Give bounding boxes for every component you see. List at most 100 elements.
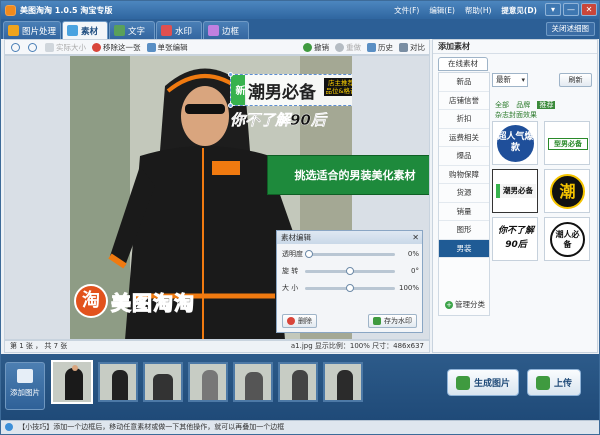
material-thumb[interactable]: 潮 [544,169,590,213]
save-watermark-icon [373,317,381,325]
film-thumb[interactable] [323,362,363,402]
sticker-90hou[interactable]: 你不了解90后 [230,109,326,130]
menu-edit[interactable]: 编辑(E) [429,5,455,16]
border-icon [208,25,219,36]
info-icon [5,423,13,431]
undo-button[interactable]: 撤销 [303,42,329,53]
category-item[interactable]: 货源 [439,184,489,203]
delete-button[interactable]: 删除 [282,314,317,328]
panel-close-icon[interactable]: ✕ [412,231,419,244]
tab-materials[interactable]: 素材 [62,21,108,39]
category-item-active[interactable]: 男装 [439,239,489,258]
category-item[interactable]: 购物保障 [439,166,489,184]
refresh-button[interactable]: 刷新 [559,73,592,87]
app-title: 美图淘淘 1.0.5 淘宝专版 [20,5,113,15]
edit-canvas: 淘 美图淘淘 新 潮男必备 店主推荐 品位&格调 你不了解90后 挑选适合的男装… [4,55,430,340]
add-image-button[interactable]: 添加图片 [5,362,45,410]
film-thumb[interactable] [188,362,228,402]
category-item[interactable]: 图形 [439,221,489,240]
sticker-main-text: 潮男必备 [248,83,316,103]
tab-label: 素材 [81,26,99,37]
material-thumb[interactable]: 你不了解90后 [492,217,538,261]
zoom-in-button[interactable] [11,42,22,52]
category-item[interactable]: 运费相关 [439,129,489,147]
tab-label: 文字 [128,26,146,37]
material-panel-title: 添加素材 [433,40,597,54]
watermark-logo: 淘 [74,284,108,318]
tab-label: 边框 [222,26,240,37]
save-watermark-label: 存为水印 [384,317,412,325]
filter-recommend[interactable]: 推荐 [537,101,556,109]
title-bar: 美图淘淘 1.0.5 淘宝专版 文件(F) 编辑(E) 帮助(H) 提意见(D)… [1,1,599,19]
panel-header: 素材编辑 ✕ [277,231,422,244]
minimize-icon[interactable]: — [563,3,579,16]
category-item[interactable]: 店铺信誉 [439,92,489,110]
film-thumb[interactable] [98,362,138,402]
filter-magazine[interactable]: 杂志封面效果 [495,110,537,120]
redo-icon [335,42,344,52]
close-template-button[interactable]: 关闭述细图 [545,22,595,36]
tab-label: 水印 [175,26,193,37]
resize-handle[interactable] [228,103,233,108]
sticker-edit-panel: 素材编辑 ✕ 透明度 0% 旋 转 0° 大 小 100% 删除 存为水印 [276,230,423,333]
menu-help[interactable]: 帮助(H) [465,5,492,16]
slider-thumb[interactable] [346,266,354,275]
thumb-text: 你不了解90后 [497,226,534,250]
size-slider[interactable] [305,283,395,292]
compare-button[interactable]: 对比 [399,42,425,53]
film-thumb[interactable] [143,362,183,402]
generate-icon [455,375,470,390]
category-item[interactable]: 爆品 [439,147,489,166]
filter-all[interactable]: 全部 [495,101,509,109]
tab-border[interactable]: 边框 [203,21,249,39]
material-thumb[interactable]: 潮人必备 [544,217,590,261]
remove-one-button[interactable]: 移除这一张 [92,42,141,53]
film-thumb-selected[interactable] [51,360,93,404]
material-thumb[interactable]: 超人气爆款 [492,121,538,165]
feedback-link[interactable]: 提意见(D) [501,5,537,16]
tab-online-materials[interactable]: 在线素材 [438,57,488,71]
opacity-slider[interactable] [305,249,395,258]
filter-brand[interactable]: 品牌 [516,101,530,109]
sort-dropdown[interactable]: 最新 [492,73,528,87]
category-list: 新品 店铺信誉 折扣 运费相关 爆品 购物保障 货源 销量 图形 男装 + 管理… [438,72,490,316]
tab-image-process[interactable]: 图片处理 [3,21,61,39]
zoom-out-button[interactable] [28,42,39,52]
resize-handle[interactable] [228,72,233,77]
close-icon[interactable]: ✕ [581,3,597,16]
add-image-label: 添加图片 [10,388,40,397]
dropdown-icon[interactable]: ▾ [545,3,561,16]
material-thumb[interactable]: 型男必备 [544,121,590,165]
size-row: 大 小 100% [277,281,422,295]
generate-image-button[interactable]: 生成图片 [447,369,519,396]
upload-button[interactable]: 上传 [527,369,581,396]
film-thumb[interactable] [278,362,318,402]
tip-text: 【小技巧】添加一个边框后，移动任意素材或做一下其他操作，就可以再叠加一个边框 [18,423,285,431]
category-item[interactable]: 折扣 [439,110,489,129]
tab-label: 图片处理 [22,26,57,37]
menu-file[interactable]: 文件(F) [394,5,419,16]
watermark-overlay[interactable]: 淘 美图淘淘 [74,284,195,318]
material-thumb-selected[interactable]: 潮男必备 [492,169,538,213]
film-thumb[interactable] [233,362,273,402]
sticker-chaonan-bibei[interactable]: 新 潮男必备 店主推荐 品位&格调 [228,72,352,108]
slider-thumb[interactable] [346,283,354,292]
category-item[interactable]: 新品 [439,73,489,92]
tab-text[interactable]: 文字 [109,21,155,39]
actual-size-button[interactable]: 实际大小 [45,42,86,53]
category-item[interactable]: 销量 [439,203,489,221]
slider-thumb[interactable] [305,249,313,258]
save-watermark-button[interactable]: 存为水印 [368,314,417,328]
rotate-slider[interactable] [305,266,395,275]
remove-one-label: 移除这一张 [103,42,141,52]
image-info: a1.jpg 显示比例：100% 尺寸：486x637 [290,342,424,350]
manage-category-button[interactable]: + 管理分类 [445,299,485,310]
thumb-text: 潮人必备 [550,222,585,257]
redo-button[interactable]: 重做 [335,42,361,53]
delete-label: 删除 [298,317,312,325]
zoom-out-icon [28,42,37,52]
single-edit-button[interactable]: 单张编辑 [146,42,188,53]
history-button[interactable]: 历史 [367,42,393,53]
panel-title: 素材编辑 [281,233,311,242]
tab-watermark[interactable]: 水印 [156,21,202,39]
